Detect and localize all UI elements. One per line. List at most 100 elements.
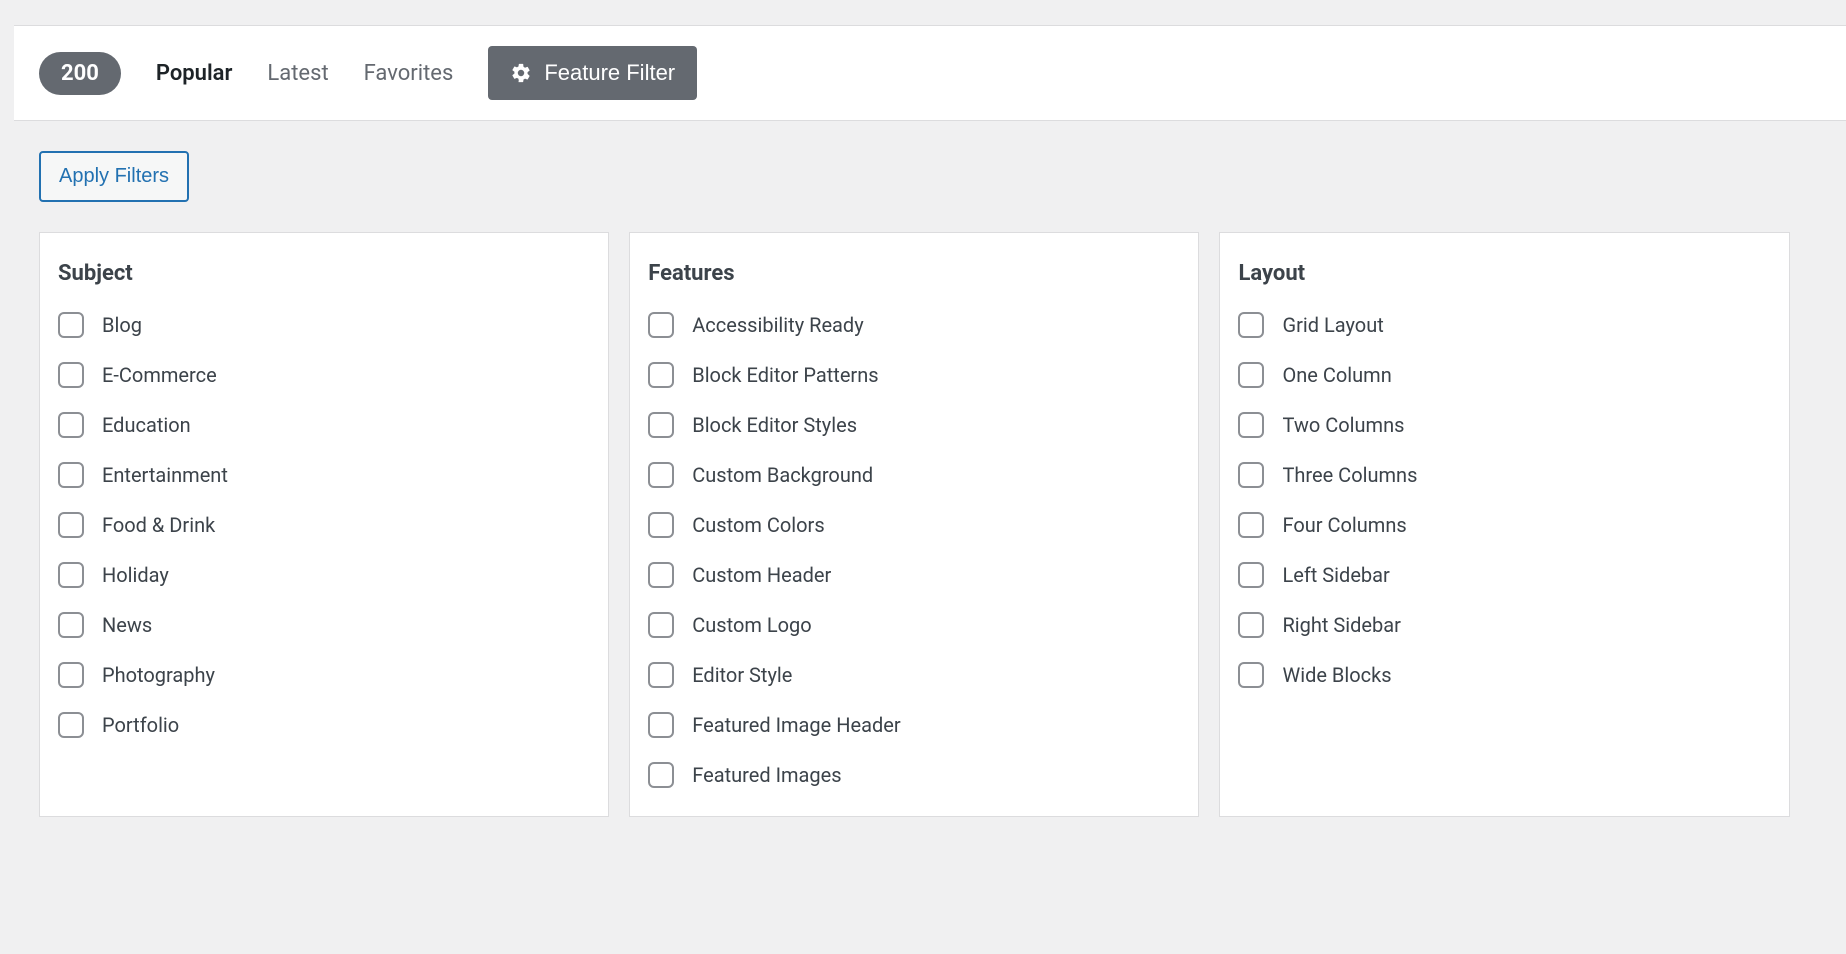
checkbox[interactable]: [1238, 512, 1264, 538]
filter-option[interactable]: Block Editor Patterns: [648, 362, 1180, 388]
filter-option[interactable]: Custom Header: [648, 562, 1180, 588]
filter-option[interactable]: Wide Blocks: [1238, 662, 1770, 688]
checkbox[interactable]: [648, 462, 674, 488]
option-label: News: [102, 613, 152, 637]
option-label: Grid Layout: [1282, 313, 1383, 337]
filter-option[interactable]: Blog: [58, 312, 590, 338]
option-label: Portfolio: [102, 713, 179, 737]
filter-group-title: Layout: [1238, 261, 1770, 286]
filter-option[interactable]: Four Columns: [1238, 512, 1770, 538]
checkbox[interactable]: [1238, 562, 1264, 588]
filter-option[interactable]: E-Commerce: [58, 362, 590, 388]
checkbox[interactable]: [1238, 662, 1264, 688]
option-label: E-Commerce: [102, 363, 217, 387]
checkbox[interactable]: [58, 362, 84, 388]
checkbox[interactable]: [1238, 312, 1264, 338]
option-list: Blog E-Commerce Education Entertainment …: [58, 312, 590, 738]
option-label: Food & Drink: [102, 513, 215, 537]
filter-option[interactable]: Food & Drink: [58, 512, 590, 538]
checkbox[interactable]: [648, 512, 674, 538]
filter-option[interactable]: Block Editor Styles: [648, 412, 1180, 438]
filter-option[interactable]: News: [58, 612, 590, 638]
theme-filter-page: 200 Popular Latest Favorites Feature Fil…: [0, 0, 1846, 817]
option-list: Accessibility Ready Block Editor Pattern…: [648, 312, 1180, 788]
option-label: Three Columns: [1282, 463, 1417, 487]
checkbox[interactable]: [58, 412, 84, 438]
checkbox[interactable]: [648, 662, 674, 688]
checkbox[interactable]: [648, 312, 674, 338]
option-label: Two Columns: [1282, 413, 1404, 437]
option-label: Custom Logo: [692, 613, 811, 637]
filter-option[interactable]: Featured Images: [648, 762, 1180, 788]
filter-option[interactable]: Holiday: [58, 562, 590, 588]
filter-body: Apply Filters Subject Blog E-Commerce Ed…: [14, 121, 1846, 817]
filter-option[interactable]: Left Sidebar: [1238, 562, 1770, 588]
theme-count-pill: 200: [39, 52, 121, 95]
feature-filter-button[interactable]: Feature Filter: [488, 46, 697, 100]
filter-option[interactable]: Custom Logo: [648, 612, 1180, 638]
filter-option[interactable]: Featured Image Header: [648, 712, 1180, 738]
checkbox[interactable]: [58, 662, 84, 688]
option-label: Photography: [102, 663, 215, 687]
checkbox[interactable]: [58, 712, 84, 738]
filter-group-title: Subject: [58, 261, 590, 286]
filter-option[interactable]: One Column: [1238, 362, 1770, 388]
option-label: Editor Style: [692, 663, 792, 687]
filter-group-subject: Subject Blog E-Commerce Education Entert…: [39, 232, 609, 817]
checkbox[interactable]: [648, 612, 674, 638]
checkbox[interactable]: [1238, 462, 1264, 488]
filter-option[interactable]: Entertainment: [58, 462, 590, 488]
checkbox[interactable]: [1238, 362, 1264, 388]
checkbox[interactable]: [648, 412, 674, 438]
checkbox[interactable]: [58, 612, 84, 638]
filter-option[interactable]: Editor Style: [648, 662, 1180, 688]
option-label: Block Editor Styles: [692, 413, 857, 437]
gear-icon: [510, 62, 532, 84]
tab-popular[interactable]: Popular: [156, 61, 233, 86]
checkbox[interactable]: [58, 512, 84, 538]
option-label: Custom Background: [692, 463, 873, 487]
feature-filter-label: Feature Filter: [544, 60, 675, 86]
checkbox[interactable]: [648, 762, 674, 788]
checkbox[interactable]: [58, 562, 84, 588]
option-label: Holiday: [102, 563, 169, 587]
checkbox[interactable]: [648, 712, 674, 738]
tab-favorites[interactable]: Favorites: [364, 61, 454, 86]
option-label: Custom Header: [692, 563, 831, 587]
option-list: Grid Layout One Column Two Columns Three…: [1238, 312, 1770, 688]
tab-latest[interactable]: Latest: [267, 61, 328, 86]
filter-option[interactable]: Photography: [58, 662, 590, 688]
option-label: Featured Images: [692, 763, 841, 787]
filter-option[interactable]: Grid Layout: [1238, 312, 1770, 338]
filter-group-features: Features Accessibility Ready Block Edito…: [629, 232, 1199, 817]
checkbox[interactable]: [1238, 612, 1264, 638]
filter-option[interactable]: Portfolio: [58, 712, 590, 738]
filter-group-layout: Layout Grid Layout One Column Two Column…: [1219, 232, 1789, 817]
filter-group-title: Features: [648, 261, 1180, 286]
filter-option[interactable]: Education: [58, 412, 590, 438]
option-label: Right Sidebar: [1282, 613, 1400, 637]
checkbox[interactable]: [58, 312, 84, 338]
filter-option[interactable]: Custom Background: [648, 462, 1180, 488]
option-label: Custom Colors: [692, 513, 824, 537]
tabs-bar: 200 Popular Latest Favorites Feature Fil…: [14, 25, 1846, 121]
filter-option[interactable]: Three Columns: [1238, 462, 1770, 488]
filter-option[interactable]: Right Sidebar: [1238, 612, 1770, 638]
checkbox[interactable]: [58, 462, 84, 488]
filter-option[interactable]: Accessibility Ready: [648, 312, 1180, 338]
checkbox[interactable]: [648, 362, 674, 388]
option-label: Left Sidebar: [1282, 563, 1389, 587]
option-label: Block Editor Patterns: [692, 363, 878, 387]
filter-option[interactable]: Custom Colors: [648, 512, 1180, 538]
filter-option[interactable]: Two Columns: [1238, 412, 1770, 438]
option-label: Wide Blocks: [1282, 663, 1391, 687]
option-label: Blog: [102, 313, 142, 337]
filter-columns: Subject Blog E-Commerce Education Entert…: [39, 232, 1821, 817]
apply-filters-button[interactable]: Apply Filters: [39, 151, 189, 202]
checkbox[interactable]: [1238, 412, 1264, 438]
option-label: Education: [102, 413, 191, 437]
checkbox[interactable]: [648, 562, 674, 588]
option-label: Accessibility Ready: [692, 313, 863, 337]
option-label: Entertainment: [102, 463, 228, 487]
option-label: One Column: [1282, 363, 1391, 387]
